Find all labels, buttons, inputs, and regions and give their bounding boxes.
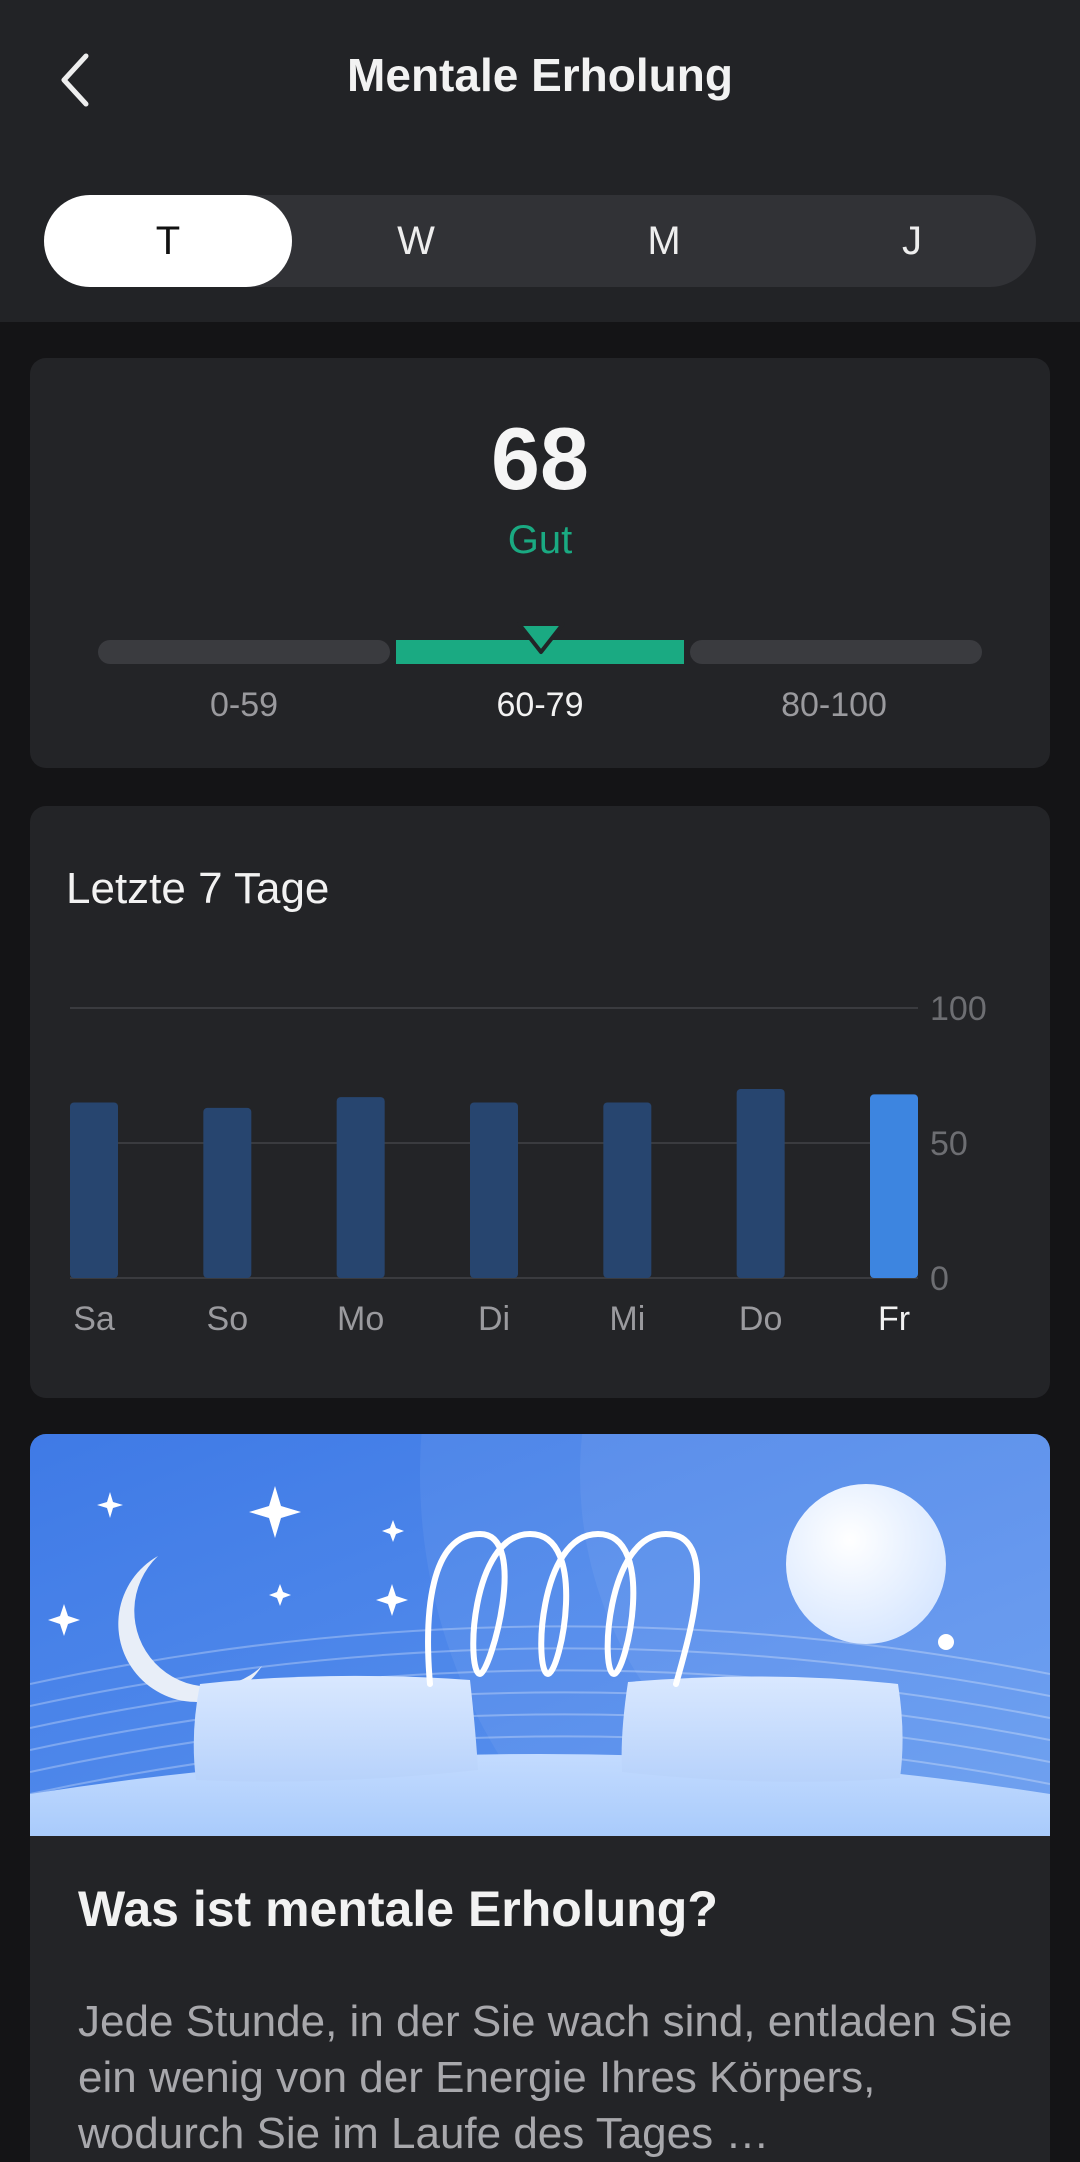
x-tick-label: Di — [478, 1300, 510, 1338]
chart-bar-fr[interactable] — [870, 1094, 918, 1278]
x-tick-label: Mo — [337, 1300, 384, 1338]
x-tick-label: So — [207, 1300, 249, 1338]
tab-week[interactable]: W — [292, 195, 540, 287]
chart-bar-di[interactable] — [470, 1102, 518, 1279]
x-tick-label: Do — [739, 1300, 782, 1338]
chart-bar-do[interactable] — [736, 1089, 785, 1278]
period-tabs: T W M J — [44, 195, 1036, 287]
score-value: 68 — [491, 409, 589, 508]
range-bar-low — [98, 640, 390, 664]
y-tick-label: 100 — [930, 990, 987, 1028]
tab-month[interactable]: M — [540, 195, 788, 287]
tab-day[interactable]: T — [44, 195, 292, 287]
score-marker-icon — [517, 622, 565, 654]
chart-bar-mi[interactable] — [603, 1102, 652, 1279]
y-tick-label: 0 — [930, 1260, 949, 1298]
chart-bar-so[interactable] — [203, 1107, 252, 1278]
chart-bar-mo[interactable] — [336, 1097, 385, 1278]
header: Mentale Erholung T W M J — [0, 0, 1080, 322]
x-tick-label: Fr — [878, 1300, 910, 1338]
range-label-mid: 60-79 — [496, 686, 584, 724]
tab-year[interactable]: J — [788, 195, 1036, 287]
sleep-illustration — [30, 1434, 1050, 1836]
week-bar-chart: 0 50 100 Sa So Mo Di Mi Do Fr — [70, 990, 987, 1338]
range-label-low: 0-59 — [209, 686, 279, 724]
range-label-high: 80-100 — [781, 686, 887, 724]
y-tick-label: 50 — [930, 1125, 968, 1163]
chart-bar-sa[interactable] — [70, 1102, 118, 1279]
x-tick-label: Mi — [609, 1300, 645, 1338]
page-title: Mentale Erholung — [347, 49, 733, 101]
week-chart-card: Letzte 7 Tage 0 50 100 Sa So Mo Di Mi Do Fr — [30, 806, 1050, 1398]
info-card[interactable]: Was ist mentale Erholung? Jede Stunde, i… — [30, 1434, 1050, 2162]
score-rating-label: Gut — [507, 518, 573, 562]
score-card: 68 Gut 0-59 60-79 80-100 — [30, 358, 1050, 768]
info-title: Was ist mentale Erholung? — [78, 1881, 718, 1937]
range-bar-high — [690, 640, 982, 664]
info-text: Jede Stunde, in der Sie wach sind, entla… — [78, 1997, 1013, 2158]
x-tick-label: Sa — [73, 1300, 115, 1338]
